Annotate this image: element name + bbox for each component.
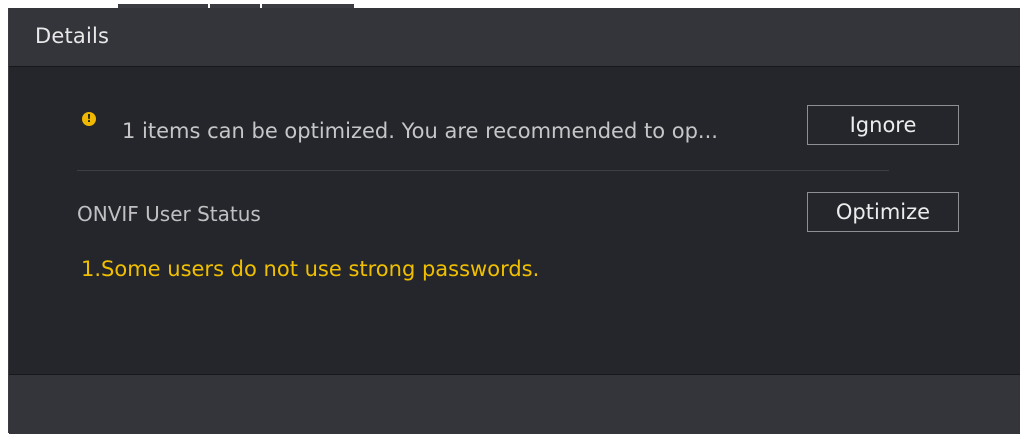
- weak-password-warning: 1.Some users do not use strong passwords…: [81, 257, 540, 281]
- optimize-button[interactable]: Optimize: [807, 192, 959, 232]
- divider: [77, 170, 889, 171]
- warning-icon: !: [82, 112, 96, 126]
- dialog-title: Details: [35, 24, 110, 48]
- dialog-header: Details: [9, 8, 1020, 67]
- background-tab-strip: [0, 0, 1020, 8]
- onvif-user-status-title: ONVIF User Status: [77, 202, 261, 226]
- optimization-notice-message: 1 items can be optimized. You are recomm…: [122, 119, 718, 143]
- details-dialog: Details ! 1 items can be optimized. You …: [8, 8, 1020, 434]
- dialog-footer: [9, 374, 1020, 434]
- ignore-button[interactable]: Ignore: [807, 105, 959, 145]
